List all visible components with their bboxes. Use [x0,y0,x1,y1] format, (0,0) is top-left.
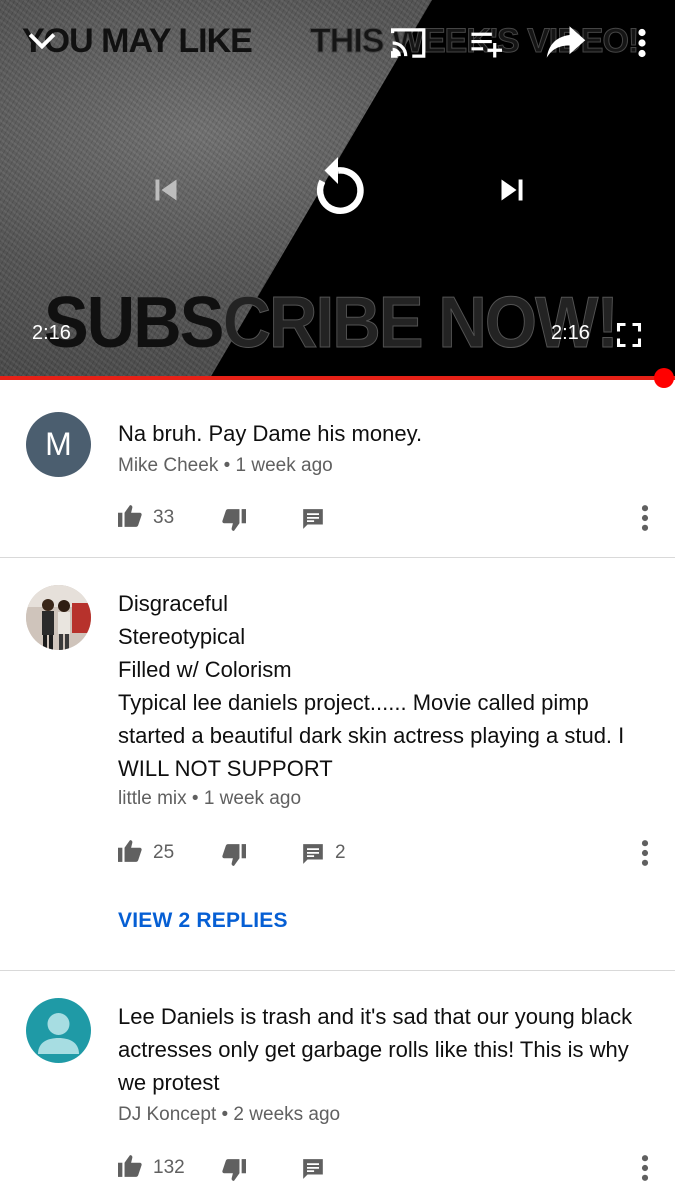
duration: 2:16 [551,322,590,344]
comment-item: Lee Daniels is trash and it's sad that o… [0,971,675,1200]
reply-icon[interactable] [300,842,326,871]
comment-text: Na bruh. Pay Dame his money. [118,417,658,450]
comment-item: Disgraceful Stereotypical Filled w/ Colo… [0,558,675,970]
avatar-letter: M [45,426,72,462]
comment-line: WILL NOT SUPPORT [118,756,333,781]
comment-meta: little mix • 1 week ago [118,788,302,809]
comment-line: we protest [118,1070,220,1095]
more-vert-icon[interactable] [640,1154,650,1187]
comment-item: M Na bruh. Pay Dame his money. Mike Chee… [0,385,675,557]
dislike-icon[interactable] [220,843,248,872]
comment-line: Disgraceful [118,591,229,616]
share-icon[interactable] [544,22,588,62]
comment-actions: 33 [0,498,675,538]
comment-line: Typical lee daniels project...... Movie … [118,690,589,715]
current-time: 2:16 [32,322,71,344]
like-count: 132 [153,1157,185,1178]
comment-meta: DJ Koncept • 2 weeks ago [118,1104,341,1125]
comment-line: Filled w/ Colorism [118,657,292,682]
skip-previous-icon[interactable] [144,168,188,212]
comment-line: Stereotypical [118,624,246,649]
more-vert-icon[interactable] [630,24,654,62]
comment-text: Lee Daniels is trash and it's sad that o… [118,1000,658,1099]
avatar[interactable] [26,585,91,650]
avatar-photo-image [26,585,91,650]
comment-text: Disgraceful Stereotypical Filled w/ Colo… [118,587,658,785]
comment-line: started a beautiful dark skin actress pl… [118,723,625,748]
avatar[interactable]: M [26,412,91,477]
cast-icon[interactable] [388,22,430,64]
more-vert-icon[interactable] [640,839,650,872]
like-icon[interactable] [116,504,144,533]
reply-count: 2 [335,842,346,863]
comment-actions: 132 [0,1148,675,1188]
add-to-queue-icon[interactable] [466,24,506,62]
comment-line: actresses only get garbage rolls like th… [118,1037,629,1062]
reply-icon[interactable] [300,1157,326,1186]
view-replies-button[interactable]: VIEW 2 REPLIES [118,909,288,933]
video-player[interactable]: YOU MAY LIKE THIS WEEK'S VIDEO! SUBSCRIB… [0,0,675,378]
chevron-down-icon[interactable] [22,22,62,62]
comment-meta: Mike Cheek • 1 week ago [118,455,333,476]
like-count: 25 [153,842,175,863]
comment-actions: 25 2 [0,833,675,873]
default-avatar-icon [38,1013,79,1054]
like-icon[interactable] [116,1154,144,1183]
comment-line: Na bruh. Pay Dame his money. [118,421,423,446]
skip-next-icon[interactable] [490,168,534,212]
fullscreen-icon[interactable] [612,318,646,352]
comment-line: Lee Daniels is trash and it's sad that o… [118,1004,633,1029]
progress-bar[interactable] [0,376,675,380]
like-icon[interactable] [116,839,144,868]
avatar[interactable] [26,998,91,1063]
dislike-icon[interactable] [220,508,248,537]
like-count: 33 [153,507,175,528]
more-vert-icon[interactable] [640,504,650,537]
replay-icon[interactable] [302,150,374,226]
dislike-icon[interactable] [220,1158,248,1187]
reply-icon[interactable] [300,507,326,536]
